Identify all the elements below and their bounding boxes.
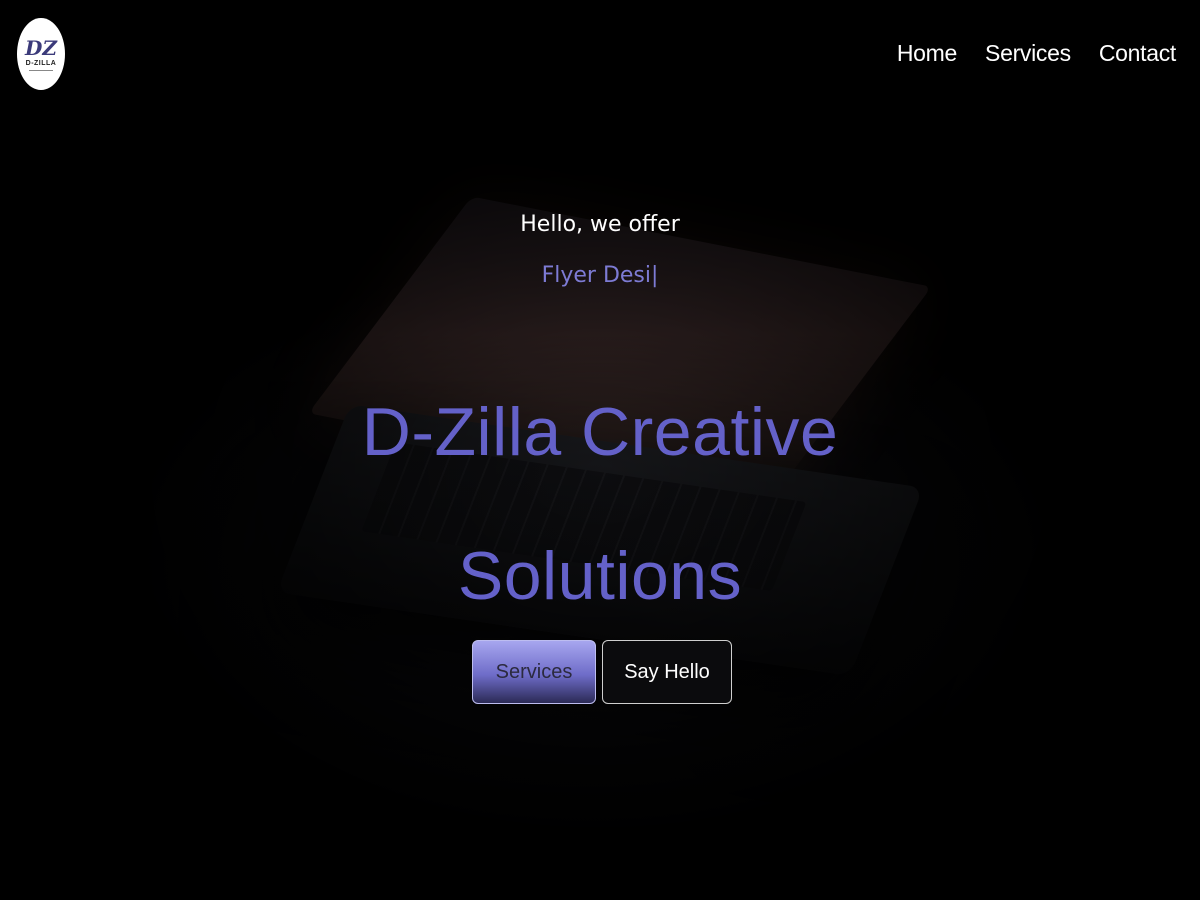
hero-headline-line1: D-Zilla Creative <box>361 394 839 470</box>
hero-greeting: Hello, we offer <box>520 212 680 237</box>
hero-section: Hello, we offer Flyer Desi| D-Zilla Crea… <box>0 0 1200 900</box>
services-button[interactable]: Services <box>472 640 596 704</box>
hero-headline-line2: Solutions <box>457 538 743 614</box>
say-hello-button[interactable]: Say Hello <box>602 640 732 704</box>
hero-typed-text: Flyer Desi| <box>541 263 659 288</box>
hero-headline: D-Zilla Creative Solutions <box>0 360 1200 648</box>
